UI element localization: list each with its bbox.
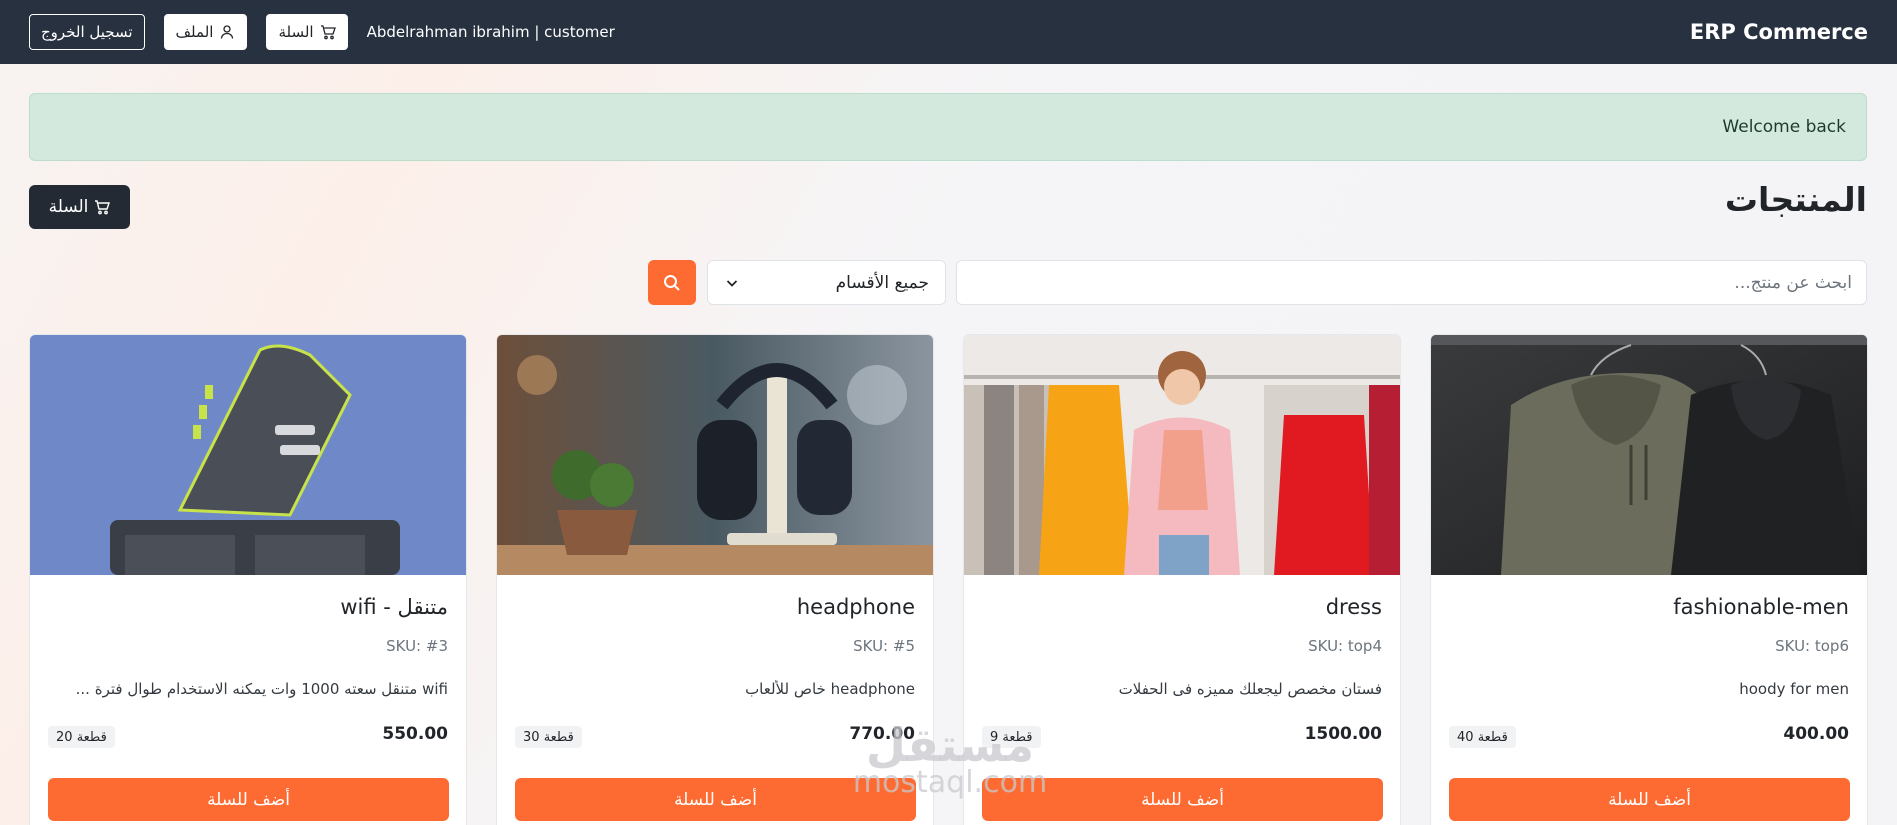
search-input[interactable] [956,260,1867,305]
logout-label: تسجيل الخروج [41,23,133,41]
chevron-down-icon [724,275,740,291]
add-to-cart-button[interactable]: أضف للسلة [515,778,916,821]
product-description: فستان مخصص ليجعلك مميزه فى الحفلات [1118,680,1382,698]
category-select[interactable]: جميع الأقسام [707,260,946,305]
navbar-actions: تسجيل الخروج الملف السلة Abdelrahman ibr [29,14,615,50]
product-name[interactable]: fashionable-men [1673,595,1849,619]
product-image[interactable] [30,335,466,575]
cart-icon [94,199,111,215]
product-price: 400.00 [1783,724,1849,744]
add-to-cart-button[interactable]: أضف للسلة [48,778,449,821]
category-selected: جميع الأقسام [835,272,929,293]
cart-icon [320,24,336,40]
product-price: 770.00 [849,724,915,744]
product-sku: SKU: top4 [1308,637,1382,655]
product-card: dress SKU: top4 فستان مخصص ليجعلك مميزه … [963,334,1401,825]
welcome-message: Welcome back [1722,117,1846,137]
person-icon [219,24,235,40]
product-sku: SKU: top6 [1775,637,1849,655]
stock-badge: 20 قطعة [48,726,115,748]
search-icon [662,273,682,293]
welcome-alert: Welcome back [29,93,1867,161]
stock-badge: 9 قطعة [982,726,1041,748]
search-button[interactable] [648,260,696,305]
add-to-cart-button[interactable]: أضف للسلة [982,778,1383,821]
current-user: Abdelrahman ibrahim | customer [366,23,615,41]
product-description: headphone خاص للألعاب [745,680,915,698]
profile-label: الملف [175,23,214,41]
product-description: hoody for men [1739,680,1849,698]
product-sku: SKU: #3 [386,637,448,655]
cart-button[interactable]: السلة [29,185,130,229]
stock-badge: 40 قطعة [1449,726,1516,748]
add-to-cart-button[interactable]: أضف للسلة [1449,778,1850,821]
nav-cart-label: السلة [278,23,314,41]
product-card: headphone SKU: #5 headphone خاص للألعاب … [496,334,934,825]
cart-button-label: السلة [48,197,89,217]
product-image[interactable] [964,335,1400,575]
nav-cart-button[interactable]: السلة [266,14,348,50]
logout-button[interactable]: تسجيل الخروج [29,14,145,50]
brand-logo[interactable]: ERP Commerce [1690,20,1868,44]
navbar: تسجيل الخروج الملف السلة Abdelrahman ibr [0,0,1897,64]
stock-badge: 30 قطعة [515,726,582,748]
profile-button[interactable]: الملف [163,14,248,50]
product-name[interactable]: dress [1326,595,1382,619]
page-title: المنتجات [1724,180,1867,219]
product-name[interactable]: headphone [797,595,915,619]
product-card: wifi - متنقل SKU: #3 wifi متنقل سعته 100… [29,334,467,825]
product-image[interactable] [1431,335,1867,575]
product-card: fashionable-men SKU: top6 hoody for men … [1430,334,1868,825]
product-price: 550.00 [382,724,448,744]
product-sku: SKU: #5 [853,637,915,655]
product-image[interactable] [497,335,933,575]
product-price: 1500.00 [1304,724,1382,744]
product-name[interactable]: wifi - متنقل [340,595,448,619]
product-description: wifi متنقل سعته 1000 وات يمكنه الاستخدام… [75,680,448,698]
